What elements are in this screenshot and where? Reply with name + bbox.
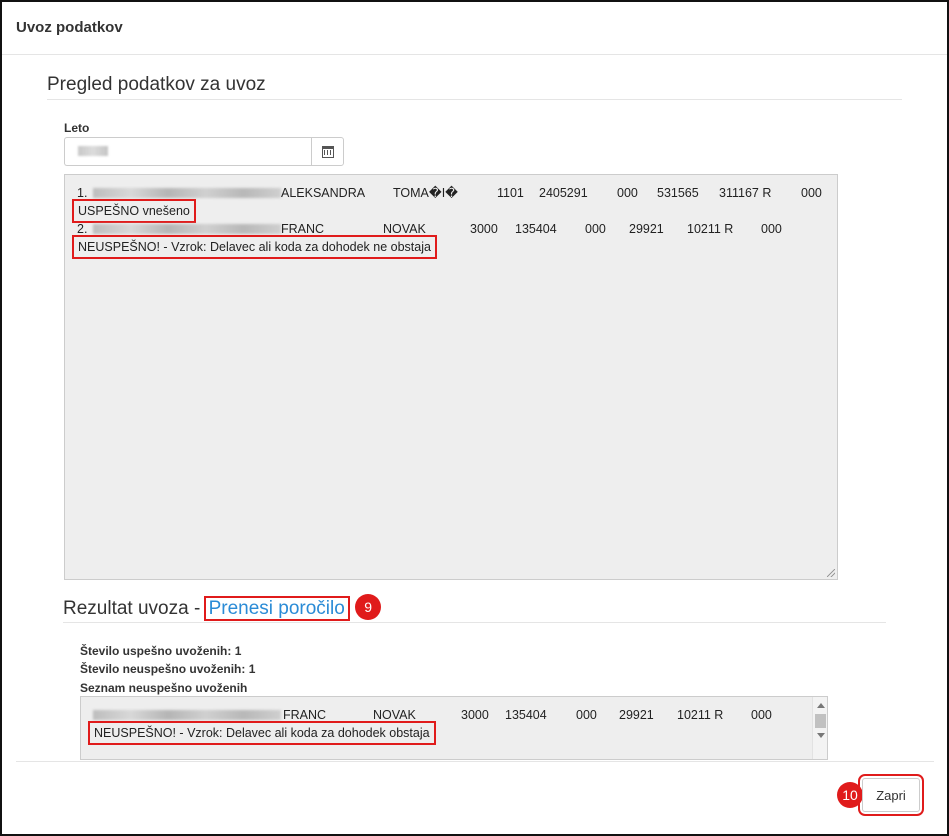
fail-row: FRANC NOVAK 3000 135404 000 29921 10211 … — [93, 706, 827, 724]
log-last-name: NOVAK — [383, 222, 426, 236]
log-col-1: 3000 — [470, 222, 498, 236]
redacted-year — [78, 146, 108, 156]
log-col-3: 000 — [617, 186, 638, 200]
result-heading: Rezultat uvoza - Prenesi poročilo 9 — [63, 594, 886, 623]
status-failure: NEUSPEŠNO! - Vzrok: Delavec ali koda za … — [88, 721, 436, 745]
status-success: USPEŠNO vnešeno — [72, 199, 196, 223]
year-label: Leto — [64, 121, 90, 135]
scroll-down-icon[interactable] — [817, 733, 825, 738]
close-button[interactable]: Zapri — [858, 774, 924, 816]
annotation-badge: 9 — [355, 594, 382, 620]
annotation-badge: 10 — [837, 782, 863, 808]
log-col-5: 10211 R — [687, 222, 734, 236]
log-col-5: 311167 R — [719, 186, 772, 200]
fail-count: Število neuspešno uvoženih: 1 — [80, 662, 256, 676]
redacted-id — [93, 710, 281, 720]
log-row: 1. ALEKSANDRA TOMA�I� 1101 2405291 000 5… — [77, 184, 837, 202]
fail-col-4: 29921 — [619, 708, 654, 722]
fail-col-6: 000 — [751, 708, 772, 722]
calendar-icon — [321, 145, 334, 158]
log-col-4: 531565 — [657, 186, 699, 200]
fail-col-3: 000 — [576, 708, 597, 722]
log-last-name: TOMA�I� — [393, 186, 458, 200]
fail-list-label: Seznam neuspešno uvoženih — [80, 681, 248, 695]
log-col-2: 2405291 — [539, 186, 588, 200]
log-status-row: NEUSPEŠNO! - Vzrok: Delavec ali koda za … — [72, 235, 837, 259]
modal-title: Uvoz podatkov — [16, 19, 123, 36]
log-first-name: ALEKSANDRA — [281, 186, 366, 200]
redacted-id — [93, 224, 281, 234]
download-report-link[interactable]: Prenesi poročilo — [203, 596, 350, 622]
redacted-id — [93, 188, 281, 198]
calendar-button[interactable] — [311, 137, 344, 166]
success-count: Število uspešno uvoženih: 1 — [80, 644, 242, 658]
log-row-index: 1. — [77, 186, 88, 200]
log-status-row: USPEŠNO vnešeno — [72, 199, 837, 223]
fail-col-1: 3000 — [461, 708, 489, 722]
log-col-1: 1101 — [497, 186, 524, 200]
log-col-4: 29921 — [629, 222, 664, 236]
log-col-6: 000 — [801, 186, 822, 200]
preview-heading: Pregled podatkov za uvoz — [47, 74, 902, 100]
log-row-index: 2. — [77, 222, 88, 236]
fail-last-name: NOVAK — [373, 708, 416, 722]
fail-first-name: FRANC — [283, 708, 327, 722]
modal-header: Uvoz podatkov — [2, 2, 947, 55]
footer-divider — [16, 761, 934, 762]
scroll-up-icon[interactable] — [817, 703, 825, 708]
fail-col-2: 135404 — [505, 708, 547, 722]
fail-status-row: NEUSPEŠNO! - Vzrok: Delavec ali koda za … — [88, 721, 827, 745]
log-row: 2. FRANC NOVAK 3000 135404 000 29921 102… — [77, 220, 837, 238]
import-log-textarea[interactable]: 1. ALEKSANDRA TOMA�I� 1101 2405291 000 5… — [64, 174, 838, 580]
resize-grip-icon[interactable] — [827, 569, 835, 577]
status-failure: NEUSPEŠNO! - Vzrok: Delavec ali koda za … — [72, 235, 437, 259]
import-modal: Uvoz podatkov Pregled podatkov za uvoz L… — [0, 0, 949, 836]
scrollbar[interactable] — [812, 697, 827, 759]
log-first-name: FRANC — [281, 222, 325, 236]
result-heading-text: Rezultat uvoza - — [63, 598, 201, 620]
failed-list-textarea[interactable]: FRANC NOVAK 3000 135404 000 29921 10211 … — [80, 696, 828, 760]
log-col-3: 000 — [585, 222, 606, 236]
scroll-thumb[interactable] — [815, 714, 826, 728]
fail-col-5: 10211 R — [677, 708, 724, 722]
log-col-6: 000 — [761, 222, 782, 236]
log-col-2: 135404 — [515, 222, 557, 236]
